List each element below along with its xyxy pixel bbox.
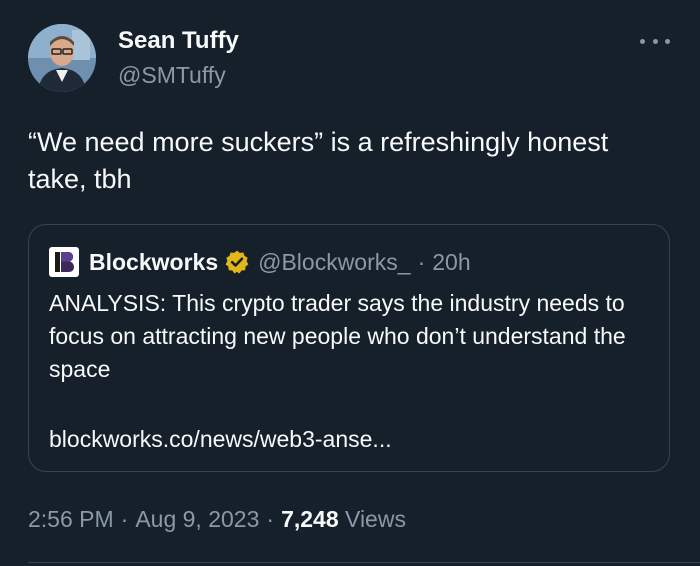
blockworks-logo-mark	[55, 252, 74, 272]
blockworks-logo-icon[interactable]	[49, 247, 79, 277]
quoted-tweet-text: ANALYSIS: This crypto trader says the in…	[49, 290, 626, 382]
avatar[interactable]	[28, 24, 96, 92]
quoted-timestamp[interactable]: 20h	[432, 249, 470, 276]
separator-dot: ·	[417, 248, 426, 275]
author-names: Sean Tuffy @SMTuffy	[118, 26, 239, 90]
tweet[interactable]: Sean Tuffy @SMTuffy “We need more sucker…	[0, 0, 700, 566]
quoted-tweet-link[interactable]: blockworks.co/news/web3-anse...	[49, 423, 392, 456]
separator-dot: ·	[120, 506, 129, 532]
author-handle[interactable]: @SMTuffy	[118, 60, 239, 90]
quoted-tweet-header: Blockworks @Blockworks_ · 20h	[49, 247, 471, 277]
dot	[640, 38, 645, 44]
tweet-metadata: 2:56 PM · Aug 9, 2023 · 7,248 Views	[28, 502, 406, 536]
quoted-tweet[interactable]: Blockworks @Blockworks_ · 20h ANALYSIS: …	[28, 224, 670, 472]
tweet-text: “We need more suckers” is a refreshingly…	[28, 127, 609, 194]
tweet-date[interactable]: Aug 9, 2023	[135, 506, 259, 532]
quoted-author-name[interactable]: Blockworks	[89, 249, 218, 276]
quoted-author-handle[interactable]: @Blockworks_	[258, 249, 410, 276]
views-label[interactable]: Views	[345, 506, 406, 532]
views-count[interactable]: 7,248	[281, 506, 339, 532]
dot	[652, 38, 658, 44]
author-display-name[interactable]: Sean Tuffy	[118, 26, 239, 56]
verified-gold-badge-icon	[225, 250, 249, 274]
dot	[665, 38, 670, 44]
tweet-time[interactable]: 2:56 PM	[28, 506, 114, 532]
profile-photo-icon	[28, 24, 96, 92]
more-options-icon[interactable]	[640, 32, 670, 50]
divider	[28, 562, 700, 563]
separator-dot: ·	[266, 506, 275, 532]
tweet-header: Sean Tuffy @SMTuffy	[28, 24, 678, 94]
